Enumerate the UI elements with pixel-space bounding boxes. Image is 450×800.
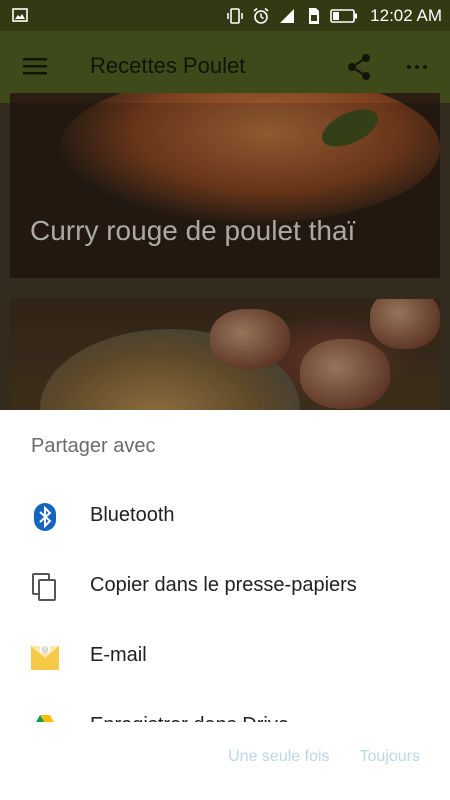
recipe-card[interactable]: Curry rouge de poulet thaï (10, 93, 440, 278)
vibrate-icon (227, 7, 243, 24)
image-notification-icon (12, 8, 28, 22)
share-sheet-title: Partager avec (31, 435, 156, 457)
bluetooth-icon (34, 503, 56, 531)
share-sheet-actions: Une seule fois Toujours (228, 748, 450, 778)
hamburger-menu-icon[interactable] (22, 55, 48, 77)
recipe-list: Curry rouge de poulet thaï (0, 93, 450, 513)
email-icon: @ (31, 644, 59, 670)
more-horizontal-icon[interactable] (404, 57, 430, 77)
drive-icon (36, 715, 54, 722)
share-item-label: Bluetooth (90, 504, 175, 526)
battery-icon (330, 8, 358, 23)
recipe-image-detail (300, 339, 390, 409)
recipe-image-detail (210, 309, 290, 369)
sim-icon (309, 7, 320, 24)
status-time: 12:02 AM (370, 5, 442, 25)
alarm-icon (253, 7, 269, 24)
recipe-card-title: Curry rouge de poulet thaï (30, 215, 356, 246)
screen: 12:02 AM Recettes Poulet Curry rouge de (0, 0, 450, 800)
share-item-email[interactable]: @ E-mail (0, 622, 450, 692)
just-once-button[interactable]: Une seule fois (228, 748, 329, 778)
share-item-bluetooth[interactable]: Bluetooth (0, 482, 450, 552)
share-item-label: Enregistrer dans Drive (90, 714, 289, 722)
status-icons: 12:02 AM (226, 0, 442, 31)
share-item-label: E-mail (90, 644, 147, 666)
app-title: Recettes Poulet (90, 53, 246, 78)
recipe-image-detail (370, 299, 440, 349)
share-sheet: Partager avec Bluetooth Copier dans le p… (0, 410, 450, 800)
always-button[interactable]: Toujours (360, 748, 420, 778)
share-item-drive[interactable]: Enregistrer dans Drive (0, 692, 450, 722)
share-target-list: Bluetooth Copier dans le presse-papiers … (0, 482, 450, 722)
svg-text:@: @ (42, 646, 49, 654)
signal-icon (280, 8, 295, 23)
share-item-label: Copier dans le presse-papiers (90, 574, 357, 596)
share-icon[interactable] (346, 53, 372, 81)
share-item-copy[interactable]: Copier dans le presse-papiers (0, 552, 450, 622)
recipe-image (60, 93, 440, 223)
status-bar: 12:02 AM (0, 0, 450, 31)
copy-icon (32, 573, 56, 601)
